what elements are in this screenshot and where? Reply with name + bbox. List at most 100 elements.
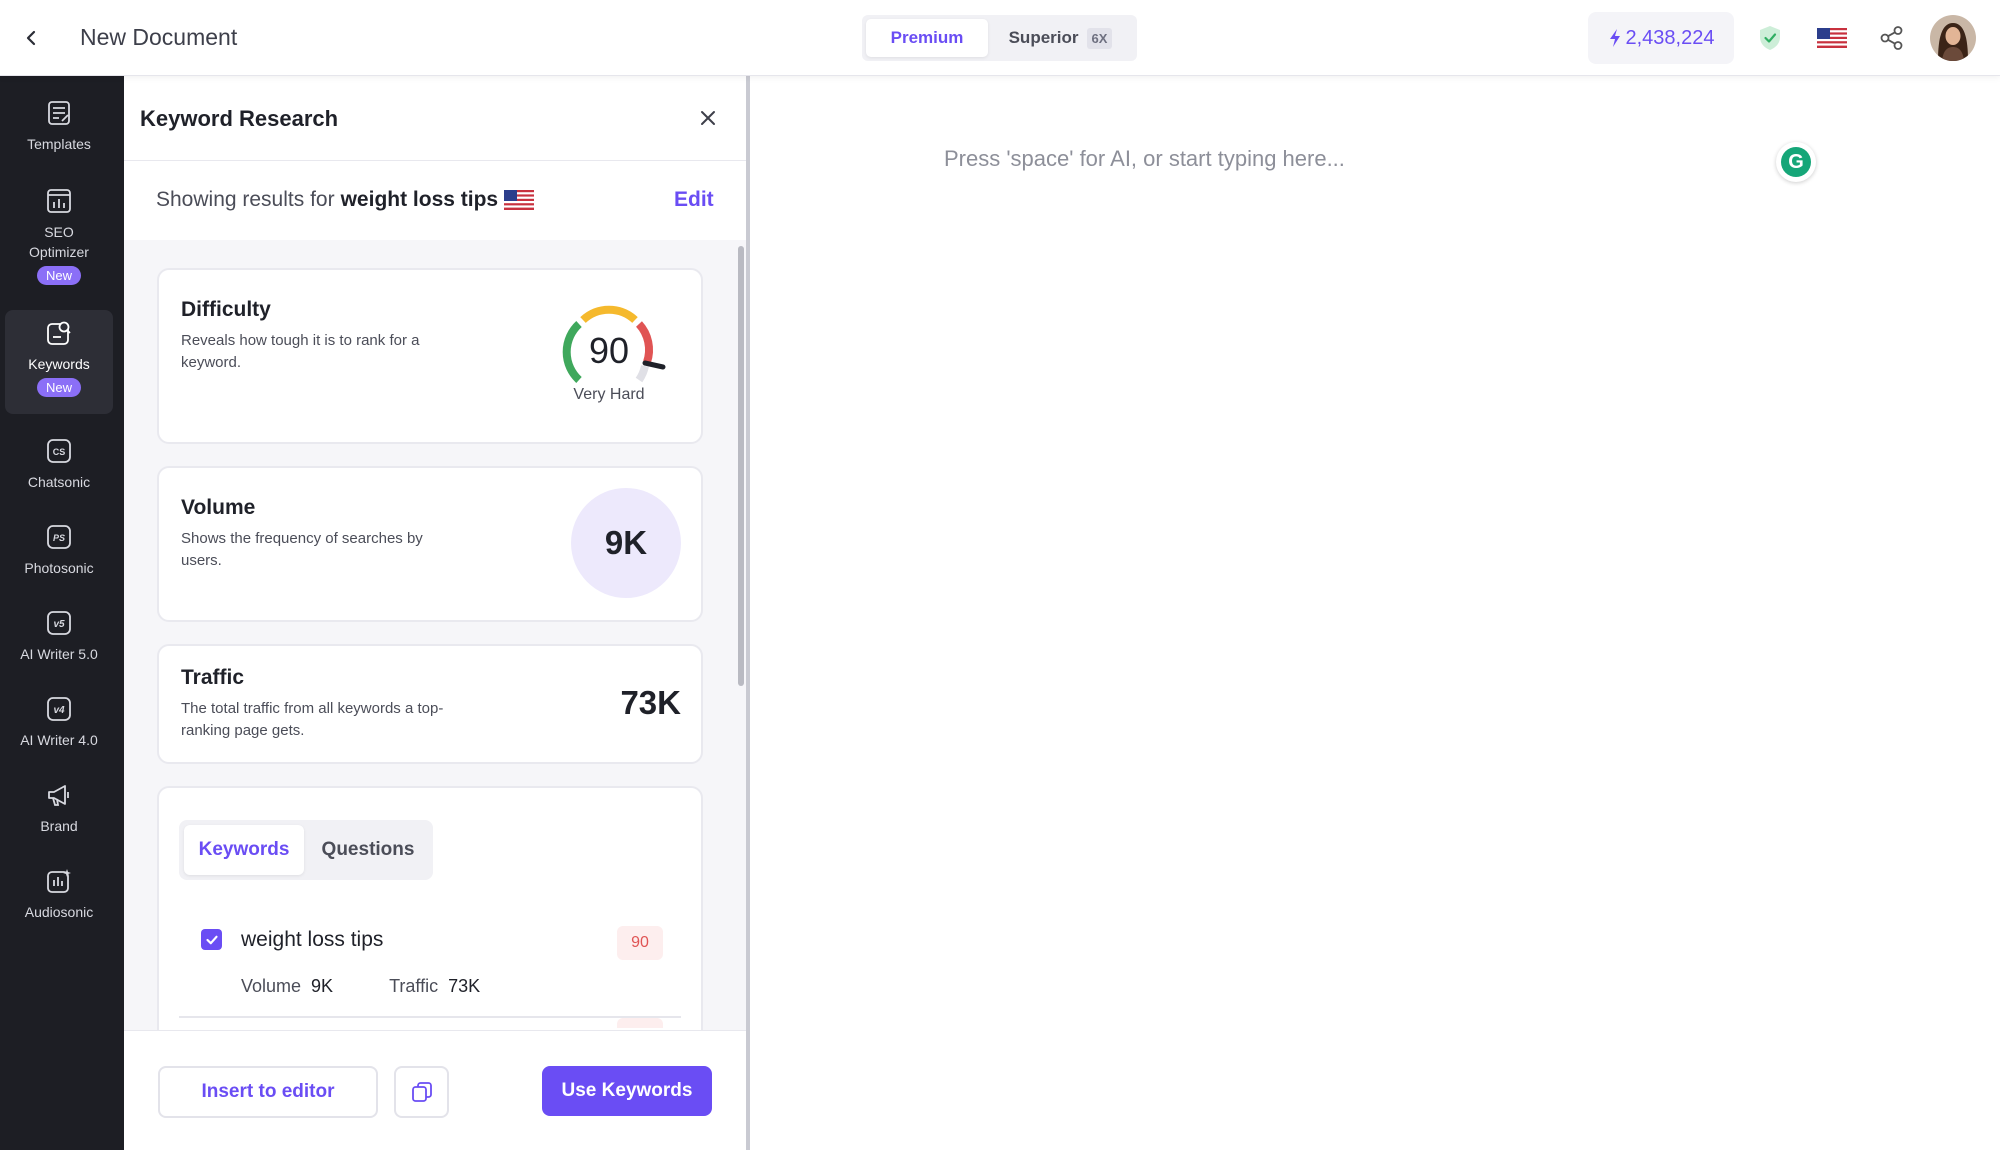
volume-value: 9K — [571, 488, 681, 598]
results-text: Showing results for weight loss tips — [156, 188, 535, 212]
sidebar-item-keywords[interactable]: Keywords New — [5, 310, 113, 414]
mode-superior-label: Superior — [1008, 28, 1079, 47]
traffic-description: The total traffic from all keywords a to… — [181, 700, 444, 739]
copy-icon — [411, 1082, 432, 1102]
volume-title: Volume — [181, 496, 256, 519]
results-keyword: weight loss tips — [340, 188, 499, 211]
keyword-difficulty-badge: 90 — [617, 926, 663, 960]
results-prefix: Showing results for — [156, 188, 335, 211]
sidebar-item-templates[interactable]: Templates — [5, 98, 113, 172]
left-sidebar: Templates SEO Optimizer New Keywords New… — [0, 76, 124, 1150]
keyword-checkbox[interactable] — [201, 929, 222, 950]
checkmark-icon — [205, 935, 218, 944]
user-avatar[interactable] — [1930, 15, 1976, 61]
editor-placeholder[interactable]: Press 'space' for AI, or start typing he… — [944, 146, 1345, 172]
share-icon — [1880, 26, 1903, 50]
sidebar-item-brand[interactable]: Brand — [5, 780, 113, 852]
svg-text:PS: PS — [53, 533, 65, 543]
avatar-image — [1930, 15, 1976, 61]
us-flag-icon — [504, 190, 535, 210]
back-arrow-icon — [26, 30, 36, 46]
security-button[interactable] — [1754, 22, 1786, 54]
tab-questions[interactable]: Questions — [308, 825, 428, 875]
traffic-card: Traffic The total traffic from all keywo… — [157, 644, 703, 764]
sidebar-item-ai-writer-4[interactable]: v4 AI Writer 4.0 — [5, 694, 113, 766]
sidebar-item-ai-writer-5[interactable]: v5 AI Writer 5.0 — [5, 608, 113, 680]
seo-chart-icon — [44, 186, 74, 216]
next-keyword-badge-partial — [617, 1018, 663, 1028]
us-flag-icon — [1817, 28, 1847, 48]
megaphone-icon — [44, 780, 74, 810]
traffic-value: 73K — [620, 684, 681, 721]
sidebar-item-audiosonic[interactable]: Audiosonic — [5, 866, 113, 938]
insert-to-editor-button[interactable]: Insert to editor — [158, 1066, 378, 1118]
close-panel-button[interactable] — [692, 102, 724, 134]
new-badge: New — [36, 266, 81, 285]
top-bar: New Document Premium Superior 6X 2,438,2… — [0, 0, 2000, 76]
difficulty-gauge: 90 Very Hard — [559, 300, 671, 410]
keyword-volume-value: 9K — [311, 976, 334, 996]
keywords-list-card: Keywords Questions weight loss tips 90 V… — [157, 786, 703, 1030]
sidebar-item-label: AI Writer 4.0 — [20, 732, 98, 748]
audiosonic-icon — [44, 866, 74, 896]
keyword-text: weight loss tips — [241, 928, 384, 951]
templates-icon — [44, 98, 74, 128]
edit-keyword-link[interactable]: Edit — [674, 188, 714, 212]
keyword-row[interactable]: weight loss tips 90 Volume 9K Traffic 73… — [179, 918, 681, 1018]
keyword-volume-label: Volume — [241, 976, 302, 996]
ai-writer-5-icon: v5 — [44, 608, 74, 638]
language-selector[interactable] — [1814, 22, 1850, 54]
keyword-research-panel: Keyword Research Showing results for wei… — [124, 76, 750, 1150]
sidebar-item-seo-optimizer[interactable]: SEO Optimizer New — [5, 186, 113, 306]
grammarly-icon: G — [1781, 147, 1811, 177]
mode-superior-badge: 6X — [1086, 27, 1113, 49]
close-icon — [701, 111, 715, 125]
mode-premium[interactable]: Premium — [866, 19, 988, 57]
use-keywords-button[interactable]: Use Keywords — [542, 1066, 712, 1116]
mode-toggle: Premium Superior 6X — [862, 15, 1137, 61]
document-title[interactable]: New Document — [80, 24, 237, 51]
traffic-title: Traffic — [181, 666, 245, 689]
svg-text:CS: CS — [53, 447, 66, 457]
panel-header: Keyword Research — [124, 76, 746, 161]
sidebar-item-label: Keywords — [28, 356, 90, 372]
sidebar-item-label: Brand — [40, 818, 78, 834]
back-button[interactable] — [16, 22, 48, 54]
sidebar-item-photosonic[interactable]: PS Photosonic — [5, 522, 113, 594]
results-summary: Showing results for weight loss tips Edi… — [124, 162, 746, 240]
keyword-traffic-value: 73K — [448, 976, 481, 996]
difficulty-description: Reveals how tough it is to rank for a ke… — [181, 332, 420, 371]
document-editor[interactable]: Press 'space' for AI, or start typing he… — [754, 76, 2000, 1150]
new-badge: New — [36, 378, 81, 397]
sidebar-item-label: Templates — [27, 136, 91, 152]
keyword-tabs: Keywords Questions — [179, 820, 433, 880]
volume-description: Shows the frequency of searches by users… — [181, 530, 423, 569]
credits-counter[interactable]: 2,438,224 — [1588, 12, 1734, 64]
credits-value: 2,438,224 — [1625, 26, 1715, 49]
svg-text:v5: v5 — [53, 619, 65, 630]
difficulty-card: Difficulty Reveals how tough it is to ra… — [157, 268, 703, 444]
sidebar-item-label: Audiosonic — [24, 904, 94, 920]
panel-title: Keyword Research — [140, 106, 339, 131]
sidebar-item-label: Chatsonic — [27, 474, 91, 490]
sidebar-item-chatsonic[interactable]: CS Chatsonic — [5, 436, 113, 508]
grammarly-button[interactable]: G — [1776, 142, 1816, 182]
sidebar-item-label: SEO Optimizer — [29, 224, 89, 260]
sidebar-item-label: Photosonic — [24, 560, 94, 576]
chatsonic-icon: CS — [44, 436, 74, 466]
mode-superior[interactable]: Superior 6X — [988, 19, 1133, 57]
lightning-icon — [1609, 29, 1620, 47]
panel-footer: Insert to editor Use Keywords — [124, 1030, 746, 1150]
svg-text:v4: v4 — [53, 705, 65, 716]
volume-card: Volume Shows the frequency of searches b… — [157, 466, 703, 622]
difficulty-title: Difficulty — [181, 298, 271, 321]
panel-scrollbar[interactable] — [738, 246, 744, 686]
share-button[interactable] — [1876, 22, 1908, 54]
difficulty-score: 90 — [588, 330, 630, 371]
keyword-traffic-label: Traffic — [389, 976, 439, 996]
copy-button[interactable] — [394, 1066, 449, 1118]
sidebar-item-label: AI Writer 5.0 — [20, 646, 98, 662]
keywords-icon — [44, 318, 74, 348]
tab-keywords[interactable]: Keywords — [184, 825, 304, 875]
keyword-metrics: Volume 9K Traffic 73K — [241, 976, 480, 997]
